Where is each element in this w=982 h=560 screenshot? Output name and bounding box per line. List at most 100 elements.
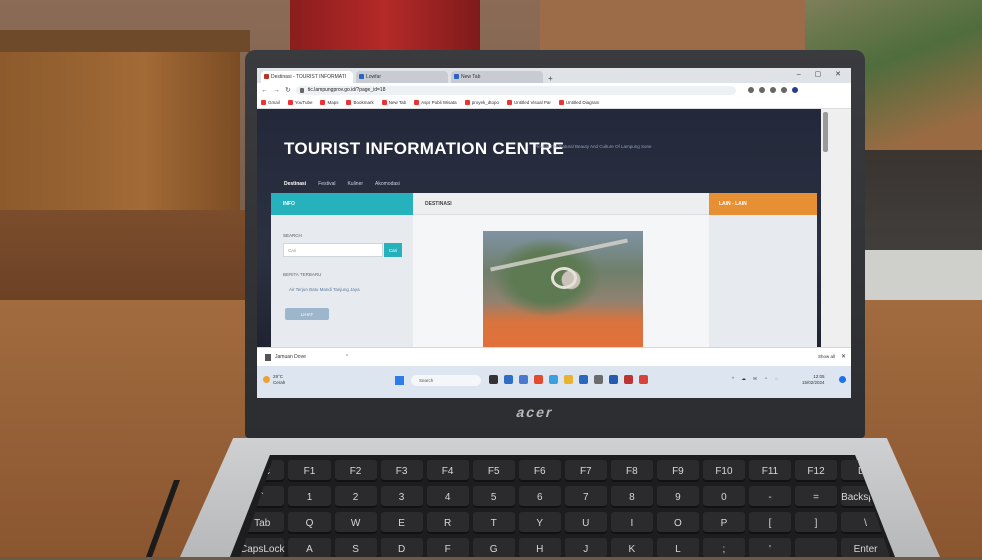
- browser-tab[interactable]: Destinasi - TOURIST INFORMATI: [261, 71, 353, 83]
- clock[interactable]: 12:05 15/02/2024: [802, 374, 825, 386]
- powerpoint-icon[interactable]: [639, 375, 648, 384]
- store-icon[interactable]: [579, 375, 588, 384]
- destination-aerial-photo[interactable]: [483, 231, 643, 347]
- forward-arrow-icon[interactable]: →: [273, 87, 280, 94]
- back-arrow-icon[interactable]: ←: [261, 87, 268, 94]
- chevron-up-icon[interactable]: ^: [346, 354, 348, 360]
- bookmark-item[interactable]: New Tab: [381, 100, 406, 105]
- keyboard-key[interactable]: W: [334, 512, 377, 534]
- keyboard-key[interactable]: 9: [656, 486, 699, 508]
- photo-roundabout: [551, 267, 577, 289]
- chat-icon[interactable]: [519, 375, 528, 384]
- recent-news-header: BERITA TERBARU: [283, 272, 322, 277]
- recent-news-link[interactable]: Air Terjun Batu Mandi Tanjung Jaya: [289, 286, 399, 294]
- keyboard-key[interactable]: [: [748, 512, 792, 534]
- site-title[interactable]: TOURIST INFORMATION CENTRE: [284, 139, 564, 159]
- keyboard-key[interactable]: T: [472, 512, 515, 534]
- keyboard-key[interactable]: F3: [380, 460, 423, 482]
- download-item[interactable]: Jamuan Dove: [265, 353, 306, 361]
- keyboard-key[interactable]: 7: [564, 486, 607, 508]
- site-nav: Destinasi Festival Kuliner Akomodasi: [284, 181, 400, 187]
- bookmark-item[interactable]: proyek_dtopo: [464, 100, 499, 105]
- keyboard-key[interactable]: U: [564, 512, 607, 534]
- keyboard-key[interactable]: 5: [472, 486, 515, 508]
- app-icon[interactable]: [594, 375, 603, 384]
- word-icon[interactable]: [609, 375, 618, 384]
- keyboard-key[interactable]: F2: [334, 460, 377, 482]
- keyboard-key[interactable]: P: [702, 512, 745, 534]
- bookmark-item[interactable]: Untitled Visual Par: [506, 100, 551, 105]
- search-input[interactable]: Cari: [283, 243, 383, 257]
- keyboard-key[interactable]: 3: [380, 486, 423, 508]
- puzzle-icon[interactable]: [769, 87, 776, 93]
- bookmark-item[interactable]: Maps: [320, 100, 338, 105]
- chrome-icon[interactable]: [534, 375, 543, 384]
- show-all-button[interactable]: Show all: [818, 354, 835, 359]
- keyboard-key[interactable]: ]: [795, 512, 838, 534]
- windows-start-icon[interactable]: [395, 376, 404, 385]
- scrollbar-thumb[interactable]: [823, 112, 828, 152]
- bookmark-item[interactable]: YouTube: [287, 100, 312, 105]
- keyboard-key[interactable]: -: [748, 486, 792, 508]
- file-icon: [265, 353, 271, 361]
- bookmark-item[interactable]: Bookmark: [346, 100, 374, 105]
- share-icon[interactable]: [747, 87, 754, 93]
- system-tray[interactable]: ^ ☁ ✉ ⚬ ◌: [732, 376, 781, 382]
- notification-icon[interactable]: [839, 376, 846, 383]
- close-icon[interactable]: ✕: [841, 353, 846, 360]
- keyboard-key[interactable]: 2: [334, 486, 377, 508]
- url-input[interactable]: tic.lampungprov.go.id/?page_id=18: [295, 85, 736, 95]
- keyboard-key[interactable]: F6: [518, 460, 561, 482]
- keyboard-key[interactable]: F7: [564, 460, 607, 482]
- search-button[interactable]: Cari: [384, 243, 402, 257]
- keyboard-key[interactable]: F8: [610, 460, 653, 482]
- keyboard-key[interactable]: O: [656, 512, 699, 534]
- keyboard-key[interactable]: 1: [288, 486, 331, 508]
- taskbar-search[interactable]: Search: [411, 375, 481, 386]
- keyboard-key[interactable]: F5: [472, 460, 515, 482]
- reload-icon[interactable]: ↻: [285, 86, 291, 94]
- app-icon[interactable]: [624, 375, 633, 384]
- nav-item-destinasi[interactable]: Destinasi: [284, 181, 306, 187]
- keyboard-key[interactable]: I: [610, 512, 653, 534]
- keyboard-key[interactable]: F11: [748, 460, 792, 482]
- nav-item-akomodasi[interactable]: Akomodasi: [375, 181, 400, 187]
- folder-icon[interactable]: [564, 375, 573, 384]
- keyboard-key[interactable]: F9: [656, 460, 699, 482]
- widgets-icon[interactable]: [504, 375, 513, 384]
- bookmark-item[interactable]: Aspr Publi Wisata: [414, 100, 457, 105]
- task-view-icon[interactable]: [489, 375, 498, 384]
- keyboard[interactable]: escF1F2F3F4F5F6F7F8F9F10F11F12Del`123456…: [240, 460, 890, 557]
- keyboard-key[interactable]: 6: [518, 486, 561, 508]
- keyboard-key[interactable]: 4: [426, 486, 469, 508]
- nav-item-festival[interactable]: Festival: [318, 181, 335, 187]
- weather-widget[interactable]: 29°C Cerah: [263, 374, 285, 386]
- window-controls[interactable]: – ▢ ✕: [797, 70, 847, 78]
- sidebar-icon[interactable]: [780, 87, 787, 93]
- keyboard-key[interactable]: F1: [288, 460, 331, 482]
- nav-item-kuliner[interactable]: Kuliner: [347, 181, 363, 187]
- keyboard-key[interactable]: Y: [518, 512, 561, 534]
- keyboard-key[interactable]: F12: [795, 460, 838, 482]
- keyboard-key[interactable]: R: [426, 512, 469, 534]
- keyboard-key[interactable]: 0: [702, 486, 745, 508]
- globe-icon: [359, 74, 364, 79]
- keyboard-key[interactable]: E: [380, 512, 423, 534]
- keyboard-key[interactable]: F4: [426, 460, 469, 482]
- website-content: TOURIST INFORMATION CENTRE Reveal The Na…: [257, 109, 821, 347]
- star-icon[interactable]: [758, 87, 765, 93]
- keyboard-key[interactable]: =: [795, 486, 838, 508]
- browser-tab[interactable]: Lowfar: [356, 71, 448, 83]
- profile-avatar-icon[interactable]: [791, 87, 798, 93]
- browser-tab[interactable]: New Tab: [451, 71, 543, 83]
- bookmarks-bar: Gmail YouTube Maps Bookmark New Tab Aspr…: [257, 97, 851, 109]
- bookmark-item[interactable]: Gmail: [261, 100, 280, 105]
- edge-icon[interactable]: [549, 375, 558, 384]
- keyboard-key[interactable]: 8: [610, 486, 653, 508]
- news-badge[interactable]: LIHAT: [285, 308, 329, 320]
- keyboard-key[interactable]: F10: [702, 460, 745, 482]
- bookmark-item[interactable]: Untitled Diagram: [558, 100, 599, 105]
- globe-icon: [414, 100, 420, 105]
- keyboard-key[interactable]: Q: [288, 512, 331, 534]
- new-tab-button[interactable]: +: [548, 74, 553, 83]
